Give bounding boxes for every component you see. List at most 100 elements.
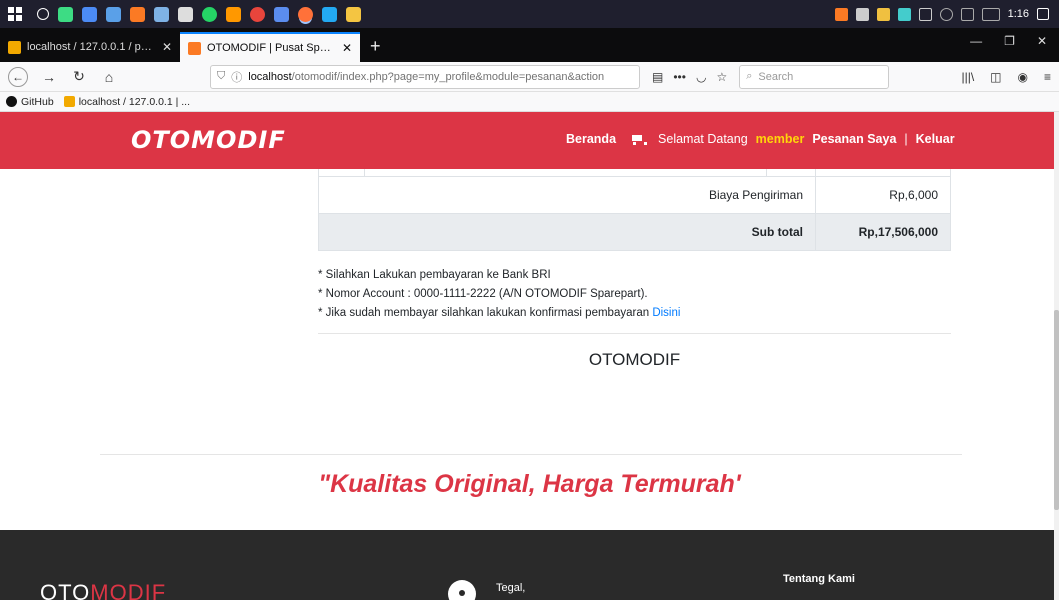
toolbar-right: |||\ ◫ ◉ ≡ <box>961 70 1051 84</box>
notes-tray-icon[interactable] <box>855 7 869 21</box>
back-icon[interactable]: ← <box>8 66 28 87</box>
vscode-icon[interactable] <box>322 6 337 22</box>
reader-view-icon[interactable]: ▤ <box>652 70 663 84</box>
sublime-icon[interactable] <box>226 6 241 22</box>
subtotal-value: Rp,17,506,000 <box>858 225 938 239</box>
system-tray: 1:16 <box>834 7 1059 21</box>
firefox-icon[interactable] <box>298 6 313 22</box>
footer-address: Tegal, <box>496 582 526 594</box>
site-nav: Beranda Selamat Datang member Pesanan Sa… <box>566 132 955 146</box>
divider <box>318 333 951 334</box>
menu-icon[interactable]: ≡ <box>1044 70 1051 84</box>
more-icon[interactable]: ••• <box>673 70 686 84</box>
clock[interactable]: 1:16 <box>1008 8 1029 20</box>
table-row <box>318 169 951 177</box>
notification-icon[interactable] <box>1037 8 1049 20</box>
confirm-payment-link[interactable]: Disini <box>652 307 680 319</box>
android-icon[interactable] <box>58 6 73 22</box>
search-icon[interactable] <box>37 8 49 20</box>
new-tab-button[interactable]: + <box>360 32 391 62</box>
search-placeholder: Search <box>758 70 794 83</box>
phpmyadmin-icon <box>8 40 21 54</box>
welcome-text: Selamat Datang <box>658 132 748 146</box>
bookmark-label: GitHub <box>21 95 54 108</box>
url-actions: ▤ ••• ◡ ☆ <box>652 70 727 84</box>
files-icon[interactable] <box>346 6 361 22</box>
footer-about-heading: Tentang Kami <box>783 573 855 585</box>
network-tray-icon[interactable] <box>897 7 911 21</box>
brand-heading: OTOMODIF <box>588 350 681 369</box>
tab-title: OTOMODIF | Pusat Sparepart M <box>207 42 336 54</box>
chrome-icon[interactable] <box>106 6 121 22</box>
chat-icon[interactable] <box>178 6 193 22</box>
notes-icon[interactable] <box>154 6 169 22</box>
xampp-icon[interactable] <box>130 6 145 22</box>
tagline: "Kualitas Original, Harga Termurah' <box>318 470 741 498</box>
bookmark-localhost[interactable]: localhost / 127.0.0.1 | ... <box>63 96 190 108</box>
whatsapp-icon[interactable] <box>202 6 217 22</box>
search-input[interactable]: ⌕ Search <box>739 64 890 89</box>
nav-beranda[interactable]: Beranda <box>566 132 616 146</box>
update-tray-icon[interactable] <box>876 7 890 21</box>
note-account: * Nomor Account : 0000-1111-2222 (A/N OT… <box>318 288 648 300</box>
account-icon[interactable]: ◉ <box>1018 70 1028 84</box>
sidebar-icon[interactable]: ◫ <box>990 70 1001 84</box>
bookmarks-toolbar: GitHub localhost / 127.0.0.1 | ... <box>0 92 1059 112</box>
footer-logo[interactable]: OTOMODIF <box>40 580 166 600</box>
payment-notes: * Silahkan Lakukan pembayaran ke Bank BR… <box>318 266 680 323</box>
maximize-icon[interactable]: ❐ <box>1004 34 1015 48</box>
edge-icon[interactable] <box>82 6 97 22</box>
shipping-row: Biaya Pengiriman Rp,6,000 <box>318 177 951 214</box>
pocket-icon[interactable]: ◡ <box>696 70 706 84</box>
minimize-icon[interactable]: — <box>970 34 982 48</box>
windows-start-icon[interactable] <box>5 4 25 24</box>
taskbar-apps <box>37 6 361 22</box>
cart-icon[interactable] <box>630 133 648 145</box>
chrome2-icon[interactable] <box>250 6 265 22</box>
shipping-label: Biaya Pengiriman <box>319 177 816 213</box>
info-icon[interactable]: ⓘ <box>231 69 242 85</box>
close-icon[interactable]: ✕ <box>162 40 172 54</box>
close-window-icon[interactable]: ✕ <box>1037 34 1047 48</box>
bookmark-github[interactable]: GitHub <box>6 96 54 108</box>
subtotal-label: Sub total <box>319 214 816 250</box>
shield-icon[interactable]: ⛉ <box>217 70 225 83</box>
tab-otomodif[interactable]: OTOMODIF | Pusat Sparepart M ✕ <box>180 32 360 62</box>
battery-icon[interactable] <box>918 7 932 21</box>
nav-keluar[interactable]: Keluar <box>916 132 955 146</box>
nav-pesanan-saya[interactable]: Pesanan Saya <box>812 132 896 146</box>
reload-icon[interactable]: ↻ <box>70 68 88 85</box>
nav-divider: | <box>904 132 908 146</box>
tab-phpmyadmin[interactable]: localhost / 127.0.0.1 / phbweb2 ✕ <box>0 32 180 62</box>
scrollbar-thumb[interactable] <box>1054 310 1059 510</box>
bookmark-star-icon[interactable]: ☆ <box>716 70 727 84</box>
xampp-icon <box>188 41 201 55</box>
github-icon <box>6 96 17 107</box>
footer-logo-part1: OTO <box>40 580 91 600</box>
divider <box>100 454 962 455</box>
wifi-icon[interactable] <box>939 7 953 21</box>
shield-icon[interactable] <box>274 6 289 22</box>
site-header: OTOMODIF Beranda Selamat Datang member P… <box>0 112 1059 169</box>
note-confirm: * Jika sudah membayar silahkan lakukan k… <box>318 304 680 323</box>
subtotal-row: Sub total Rp,17,506,000 <box>318 214 951 251</box>
home-icon[interactable]: ⌂ <box>100 69 118 85</box>
note-bank: * Silahkan Lakukan pembayaran ke Bank BR… <box>318 269 551 281</box>
volume-icon[interactable] <box>960 7 974 21</box>
phpmyadmin-icon <box>63 96 75 107</box>
tab-title: localhost / 127.0.0.1 / phbweb2 <box>27 41 156 53</box>
shipping-value: Rp,6,000 <box>889 188 938 202</box>
url-bar[interactable]: ⛉ ⓘ localhost/otomodif/index.php?page=my… <box>210 64 640 89</box>
close-icon[interactable]: ✕ <box>342 41 352 55</box>
url-path: /otomodif/index.php?page=my_profile&modu… <box>291 70 605 83</box>
xampp-tray-icon[interactable] <box>834 7 848 21</box>
search-icon: ⌕ <box>746 70 753 82</box>
library-icon[interactable]: |||\ <box>961 70 974 84</box>
os-taskbar: 1:16 <box>0 0 1059 28</box>
username: member <box>755 132 805 146</box>
note-confirm-text: * Jika sudah membayar silahkan lakukan k… <box>318 307 650 319</box>
keyboard-icon[interactable] <box>981 7 1000 21</box>
site-logo[interactable]: OTOMODIF <box>131 126 286 154</box>
footer-logo-part2: MODIF <box>90 580 167 600</box>
forward-icon[interactable]: → <box>40 69 58 85</box>
